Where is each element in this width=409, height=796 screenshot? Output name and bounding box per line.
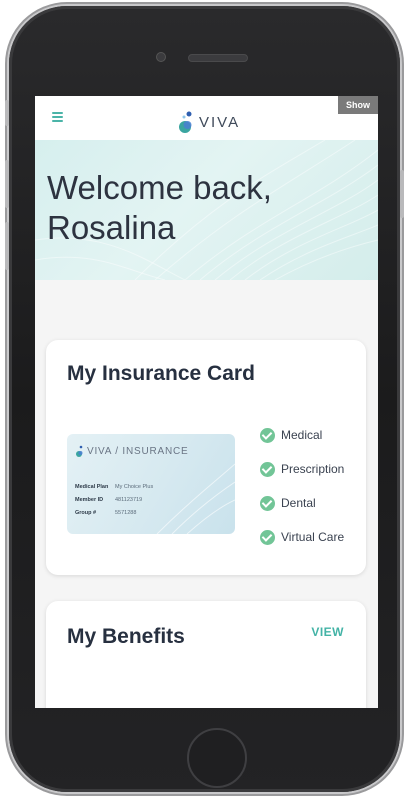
card-field-row: Medical Plan My Choice Plus: [75, 484, 153, 490]
coverage-label: Virtual Care: [281, 530, 345, 544]
card-field-value: 5571288: [115, 510, 137, 516]
power-button: [400, 170, 404, 218]
card-logo: VIVA / INSURANCE: [75, 444, 189, 458]
card-field-label: Group #: [75, 510, 97, 516]
app-screen: VIVA Show Welcome back, Rosalina My Insu…: [35, 96, 378, 708]
benefits-panel: My Benefits VIEW: [46, 601, 366, 708]
card-field-row: Group # 5571288: [75, 510, 136, 516]
welcome-banner: Welcome back, Rosalina: [35, 140, 378, 280]
insurance-card-panel[interactable]: My Insurance Card VIVA / INSURANCE Medic…: [46, 340, 366, 575]
earpiece-speaker: [188, 54, 248, 62]
coverage-item-virtual-care: Virtual Care: [260, 520, 344, 554]
check-circle-icon: [260, 529, 275, 545]
mute-switch: [5, 100, 9, 126]
front-camera: [156, 52, 166, 62]
insurance-card-image[interactable]: VIVA / INSURANCE Medical Plan My Choice P…: [67, 434, 235, 534]
check-circle-icon: [260, 461, 275, 477]
card-field-value: My Choice Plus: [115, 484, 154, 490]
viva-logo: VIVA: [177, 104, 240, 134]
benefits-title: My Benefits: [67, 625, 185, 648]
insurance-card-title: My Insurance Card: [67, 362, 255, 385]
card-field-label: Member ID: [75, 497, 104, 503]
coverage-label: Prescription: [281, 462, 345, 476]
show-button[interactable]: Show: [338, 96, 378, 114]
volume-down-button: [5, 222, 9, 270]
coverage-label: Dental: [281, 496, 316, 510]
viva-logo-icon: [179, 111, 192, 133]
home-button[interactable]: [187, 728, 247, 788]
check-circle-icon: [260, 495, 275, 511]
coverage-item-medical: Medical: [260, 418, 344, 452]
volume-up-button: [5, 160, 9, 208]
card-field-value: 481123719: [115, 497, 143, 503]
card-logo-text: VIVA / INSURANCE: [87, 445, 189, 457]
card-field-label: Medical Plan: [75, 484, 109, 490]
hamburger-menu-icon[interactable]: [52, 112, 63, 122]
coverage-item-dental: Dental: [260, 486, 344, 520]
coverage-list: Medical Prescription Dental Virtual Care: [260, 418, 344, 554]
user-name: Rosalina: [47, 209, 176, 246]
logo-text: VIVA: [199, 114, 241, 131]
card-logo-icon: [76, 445, 83, 457]
check-circle-icon: [260, 427, 275, 443]
card-field-row: Member ID 481123719: [75, 497, 142, 503]
view-benefits-link[interactable]: VIEW: [311, 625, 344, 639]
welcome-line: Welcome back,: [47, 169, 272, 206]
coverage-item-prescription: Prescription: [260, 452, 344, 486]
coverage-label: Medical: [281, 428, 323, 442]
top-bar: VIVA Show: [35, 96, 378, 140]
welcome-heading: Welcome back, Rosalina: [47, 168, 272, 248]
